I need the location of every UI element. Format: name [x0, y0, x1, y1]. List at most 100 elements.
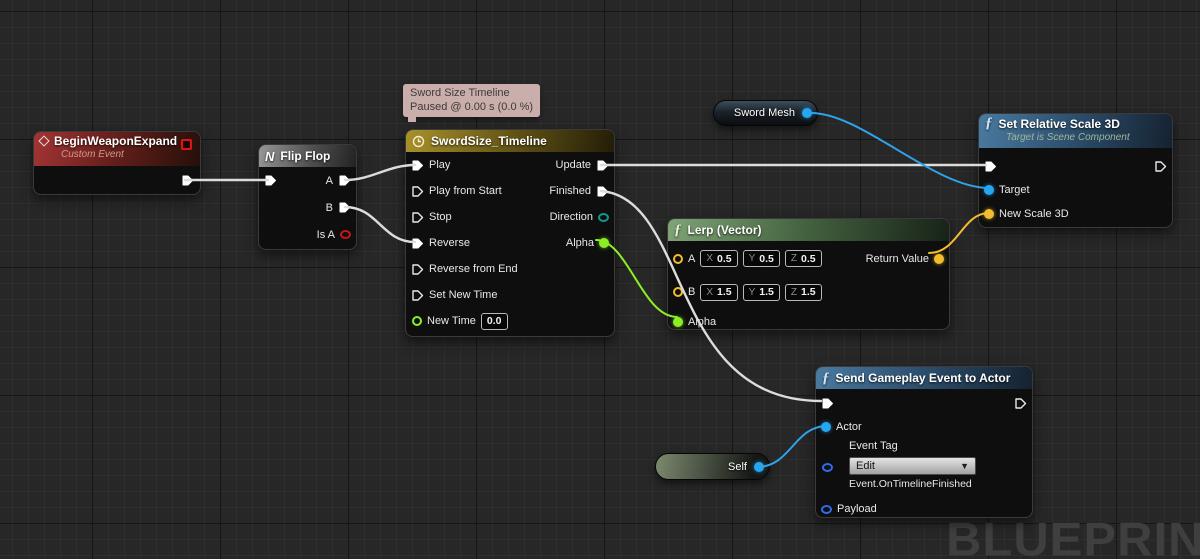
lerp-a-x-input[interactable]: X 0.5 — [700, 250, 738, 267]
object-in-target-pin[interactable] — [984, 185, 994, 195]
vector-in-b-pin[interactable] — [673, 287, 683, 297]
pin-label-play-from-start: Play from Start — [429, 185, 502, 197]
object-out-self-pin[interactable] — [754, 461, 764, 472]
pin-label-b: B — [325, 201, 333, 214]
scale-row-target: Target — [979, 178, 1172, 202]
bool-out-pin-is-a[interactable] — [340, 230, 351, 239]
dropdown-arrow-icon: ▼ — [960, 461, 969, 471]
node-set-relative-scale-3d[interactable]: ƒ Set Relative Scale 3D Target is Scene … — [978, 113, 1173, 228]
pin-label-b: B — [688, 286, 696, 298]
node-header-set-relative-scale[interactable]: ƒ Set Relative Scale 3D Target is Scene … — [979, 114, 1172, 148]
pin-label-event-tag: Event Tag — [849, 440, 898, 452]
exec-in-pin[interactable] — [264, 174, 277, 187]
pin-label-finished: Finished — [549, 185, 591, 197]
pin-label-a: A — [325, 174, 333, 187]
exec-in-pin[interactable] — [821, 397, 834, 410]
exec-in-stop-pin[interactable] — [411, 211, 424, 224]
flipflop-row-a: A — [259, 167, 356, 194]
lerp-a-z-input[interactable]: Z 0.5 — [784, 250, 822, 267]
flipflop-row-isa: Is A — [259, 221, 356, 248]
exec-out-pin[interactable] — [1014, 397, 1027, 410]
vector-in-a-pin[interactable] — [673, 253, 683, 264]
object-out-sword-mesh-pin[interactable] — [802, 108, 812, 118]
exec-out-update-pin[interactable] — [596, 159, 609, 172]
node-header-flip-flop[interactable]: N Flip Flop — [259, 145, 356, 167]
node-lerp-vector[interactable]: ƒ Lerp (Vector) A X 0.5 Y 0.5 Z 0.5 Return … — [667, 218, 950, 330]
exec-out-a-pin[interactable] — [338, 174, 351, 187]
pin-label-update: Update — [555, 159, 591, 171]
function-icon: ƒ — [985, 115, 993, 131]
wire-sword-mesh-to-target[interactable] — [810, 112, 990, 189]
send-row-actor: Actor — [816, 415, 1032, 439]
exec-in-set-new-time-pin[interactable] — [411, 289, 424, 302]
blueprint-graph-canvas[interactable]: BLUEPRINT BeginWeaponExpand Custom Event… — [0, 0, 1200, 559]
node-begin-weapon-expand[interactable]: BeginWeaponExpand Custom Event — [33, 131, 201, 195]
tooltip-line1: Sword Size Timeline — [410, 87, 510, 99]
exec-in-reverse-pin[interactable] — [411, 237, 424, 250]
pin-label-set-new-time: Set New Time — [429, 289, 498, 301]
node-send-gameplay-event[interactable]: ƒ Send Gameplay Event to Actor Actor Eve… — [815, 366, 1033, 518]
float-out-alpha-pin[interactable] — [599, 238, 609, 248]
node-title: Set Relative Scale 3D — [998, 116, 1120, 131]
timeline-row-reverse-alpha: Reverse Alpha — [406, 230, 614, 256]
object-in-actor-pin[interactable] — [821, 422, 831, 432]
node-title: SwordSize_Timeline — [431, 134, 547, 148]
timeline-row-stop-direction: Stop Direction — [406, 204, 614, 230]
event-tag-dropdown[interactable]: Edit ▼ — [849, 457, 976, 475]
vector-in-new-scale-pin[interactable] — [984, 209, 994, 219]
node-flip-flop[interactable]: N Flip Flop A B Is A — [258, 144, 357, 250]
exec-out-pin[interactable] — [181, 174, 194, 187]
timeline-row-play-update: Play Update — [406, 152, 614, 178]
pin-label-new-time: New Time — [427, 315, 476, 327]
timeline-tooltip: Sword Size Timeline Paused @ 0.00 s (0.0… — [403, 84, 541, 122]
node-header-lerp[interactable]: ƒ Lerp (Vector) — [668, 219, 949, 241]
lerp-row-a: A X 0.5 Y 0.5 Z 0.5 Return Value — [668, 241, 949, 276]
variable-label: Self — [728, 460, 747, 473]
timeline-clock-icon — [412, 135, 425, 147]
node-self-reference[interactable]: Self — [655, 453, 770, 480]
node-title: Flip Flop — [280, 149, 331, 163]
scale-row-new-scale: New Scale 3D — [979, 202, 1172, 226]
lerp-b-z-input[interactable]: Z 1.5 — [784, 283, 822, 301]
timeline-row-playfromstart-finished: Play from Start Finished — [406, 178, 614, 204]
node-subtitle: Custom Event — [61, 149, 124, 160]
node-header-begin-weapon-expand[interactable]: BeginWeaponExpand Custom Event — [34, 132, 200, 166]
lerp-b-y-input[interactable]: Y 1.5 — [742, 283, 780, 301]
node-subtitle: Target is Scene Component — [1006, 132, 1130, 143]
lerp-row-b: B X 1.5 Y 1.5 Z 1.5 — [668, 276, 949, 308]
node-header-send-gameplay-event[interactable]: ƒ Send Gameplay Event to Actor — [816, 367, 1032, 389]
event-tag-value: Event.OnTimelineFinished — [849, 478, 972, 490]
pin-label-play: Play — [429, 159, 451, 171]
send-row-exec — [816, 391, 1032, 415]
timeline-row-reverse-from-end: Reverse from End — [406, 256, 614, 282]
exec-in-pin[interactable] — [984, 160, 997, 173]
node-sword-mesh-getter[interactable]: Sword Mesh — [713, 100, 818, 126]
node-header-timeline[interactable]: SwordSize_Timeline — [406, 130, 614, 152]
exec-out-pin[interactable] — [1154, 160, 1167, 173]
struct-in-payload-pin[interactable] — [821, 504, 832, 514]
pin-label-stop: Stop — [429, 211, 452, 223]
float-in-alpha-pin[interactable] — [673, 317, 683, 327]
exec-out-finished-pin[interactable] — [596, 185, 609, 198]
pin-label-target: Target — [999, 184, 1030, 196]
exec-in-play-from-start-pin[interactable] — [411, 185, 424, 198]
send-event-tag-block: Event Tag Edit ▼ Event.OnTimelineFinishe… — [816, 439, 1032, 491]
float-in-new-time-pin[interactable] — [412, 316, 422, 326]
pin-label-direction: Direction — [549, 211, 593, 223]
vector-out-return-pin[interactable] — [934, 253, 944, 264]
node-swordsize-timeline[interactable]: SwordSize_Timeline Play Update Play from… — [405, 129, 615, 337]
function-icon: ƒ — [822, 369, 830, 386]
tooltip-line2: Paused @ 0.00 s (0.0 %) — [410, 101, 534, 113]
lerp-b-x-input[interactable]: X 1.5 — [700, 283, 738, 301]
new-time-value-input[interactable]: 0.0 — [480, 312, 508, 330]
pin-label-reverse: Reverse — [429, 237, 470, 249]
exec-out-b-pin[interactable] — [338, 201, 351, 214]
enum-out-direction-pin[interactable] — [598, 212, 609, 222]
pin-label-actor: Actor — [836, 421, 862, 433]
struct-in-event-tag-pin[interactable] — [822, 463, 833, 472]
lerp-a-y-input[interactable]: Y 0.5 — [742, 250, 780, 267]
node-enabled-indicator[interactable] — [181, 139, 192, 150]
send-row-payload: Payload — [816, 497, 1032, 521]
exec-in-reverse-from-end-pin[interactable] — [411, 263, 424, 276]
exec-in-play-pin[interactable] — [411, 159, 424, 172]
